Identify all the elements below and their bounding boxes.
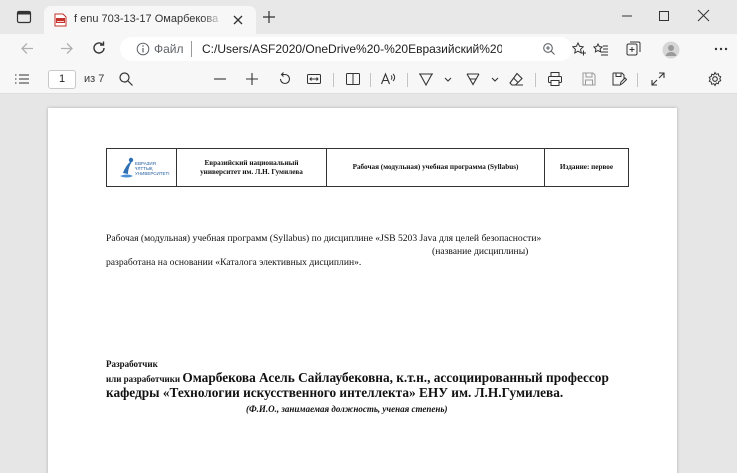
header-edition-cell: Издание: первое (545, 149, 628, 186)
developer-note: (Ф.И.О., занимаемая должность, ученая ст… (246, 404, 448, 414)
developer-department: кафедры «Технологии искусственного интел… (106, 385, 564, 400)
header-program: Рабочая (модульная) учебная программа (S… (352, 163, 519, 171)
toolbar-divider (333, 73, 334, 87)
header-university: Евразийский национальный университет им.… (200, 158, 303, 176)
eraser-icon[interactable] (508, 71, 524, 87)
pdf-file-icon (54, 13, 67, 27)
highlight-icon[interactable] (465, 71, 481, 87)
syllabus-discipline-line: Рабочая (модульная) учебная программ (Sy… (106, 233, 542, 244)
page-total: из 7 (84, 73, 105, 85)
address-divider (191, 41, 192, 57)
browser-tab[interactable]: f enu 703-13-17 Омарбекова Ja (44, 6, 256, 34)
info-icon[interactable] (136, 42, 150, 56)
fit-to-width-icon[interactable] (306, 71, 322, 87)
reload-icon[interactable] (91, 40, 107, 56)
address-url[interactable]: C:/Users/ASF2020/OneDrive%20-%20Евразийс… (202, 42, 502, 58)
navigation-bar: Файл C:/Users/ASF2020/OneDrive%20-%20Евр… (0, 34, 737, 64)
add-favorite-icon[interactable] (571, 41, 587, 57)
rotate-icon[interactable] (277, 71, 293, 87)
logo-text: ЕВРАЗИЯ ҰЛТТЫҚ УНИВЕРСИТЕТІ (135, 161, 170, 176)
toolbar-divider (407, 73, 408, 87)
tab-close-icon[interactable] (232, 14, 244, 26)
settings-gear-icon[interactable] (707, 71, 723, 87)
save-icon[interactable] (581, 71, 597, 87)
zoom-in-icon[interactable] (244, 71, 260, 87)
full-screen-icon[interactable] (650, 71, 666, 87)
title-bar: f enu 703-13-17 Омарбекова Ja (0, 0, 737, 34)
more-options-icon[interactable] (713, 41, 729, 57)
scrollbar[interactable] (729, 96, 737, 473)
chevron-down-icon[interactable] (440, 71, 456, 87)
header-program-cell: Рабочая (модульная) учебная программа (S… (327, 149, 545, 186)
minimize-icon[interactable] (621, 10, 633, 22)
page-view-icon[interactable] (345, 71, 361, 87)
maximize-icon[interactable] (658, 10, 670, 22)
toolbar-divider (535, 73, 536, 87)
address-bar[interactable]: Файл C:/Users/ASF2020/OneDrive%20-%20Евр… (120, 37, 586, 61)
new-tab-icon[interactable] (262, 10, 276, 24)
university-logo: ЕВРАЗИЯ ҰЛТТЫҚ УНИВЕРСИТЕТІ (117, 154, 170, 181)
toolbar-divider (637, 73, 638, 87)
address-scheme-label: Файл (154, 42, 184, 56)
draw-icon[interactable] (418, 71, 434, 87)
tab-title: f enu 703-13-17 Омарбекова Ja (74, 13, 222, 25)
developer-prefix: или разработчики (106, 374, 183, 384)
read-aloud-icon[interactable] (380, 71, 396, 87)
tab-title-fade (202, 11, 224, 29)
forward-arrow-icon[interactable] (59, 41, 74, 56)
discipline-caption: (название дисциплины) (432, 246, 529, 257)
document-header-table: ЕВРАЗИЯ ҰЛТТЫҚ УНИВЕРСИТЕТІ Евразийский … (106, 148, 629, 187)
header-logo-cell: ЕВРАЗИЯ ҰЛТТЫҚ УНИВЕРСИТЕТІ (107, 149, 177, 186)
window-close-icon[interactable] (697, 9, 710, 22)
pdf-viewer[interactable]: ЕВРАЗИЯ ҰЛТТЫҚ УНИВЕРСИТЕТІ Евразийский … (0, 95, 737, 473)
window-menu-icon[interactable] (16, 9, 32, 25)
save-as-icon[interactable] (611, 71, 627, 87)
developer-name: Омарбекова Асель Сайлаубековна, к.т.н., … (182, 370, 609, 385)
search-icon[interactable] (118, 71, 134, 87)
read-aloud-favorites-icon[interactable] (593, 41, 609, 57)
print-icon[interactable] (547, 71, 563, 87)
header-university-cell: Евразийский национальный университет им.… (177, 149, 327, 186)
developer-label: Разработчик (106, 359, 158, 369)
back-arrow-icon[interactable] (20, 41, 35, 56)
pdf-page: ЕВРАЗИЯ ҰЛТТЫҚ УНИВЕРСИТЕТІ Евразийский … (48, 108, 677, 473)
collections-icon[interactable] (625, 41, 641, 57)
developer-line: или разработчики Омарбекова Асель Сайлау… (106, 370, 609, 386)
profile-avatar[interactable] (662, 41, 680, 59)
pdf-toolbar: 1 из 7 (0, 64, 737, 94)
table-of-contents-icon[interactable] (14, 71, 30, 87)
header-edition: Издание: первое (559, 163, 614, 171)
catalog-basis-line: разработана на основании «Каталога элект… (106, 257, 362, 268)
page-number-input[interactable]: 1 (48, 70, 76, 89)
toolbar-divider (370, 73, 371, 87)
zoom-icon[interactable] (542, 42, 556, 56)
zoom-out-icon[interactable] (212, 71, 228, 87)
chevron-down-icon[interactable] (487, 71, 503, 87)
